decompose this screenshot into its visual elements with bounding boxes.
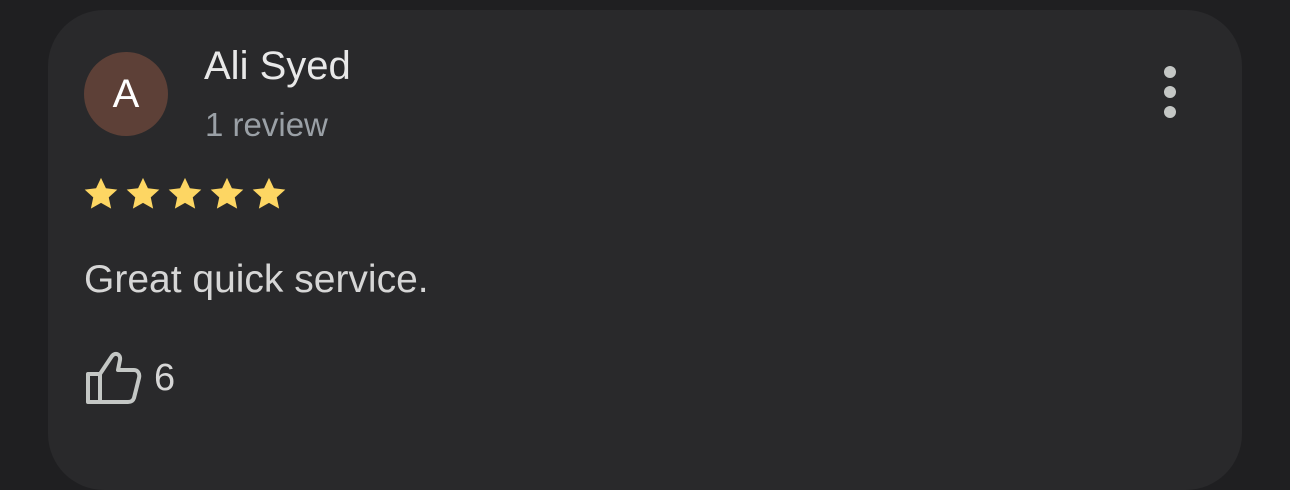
like-count: 6 xyxy=(154,356,176,399)
avatar-initial: A xyxy=(112,71,140,116)
author-review-count: 1 review xyxy=(205,106,328,143)
star-icon xyxy=(84,177,118,209)
author-name[interactable]: Ali Syed xyxy=(204,44,351,89)
avatar[interactable]: A xyxy=(84,52,168,136)
like-button[interactable]: 6 xyxy=(84,350,175,406)
thumb-up-icon xyxy=(86,351,142,404)
review-text: Great quick service. xyxy=(84,258,429,301)
more-vert-icon-dot xyxy=(1164,66,1176,78)
star-icon xyxy=(210,177,244,209)
star-icon xyxy=(126,177,160,209)
star-rating xyxy=(82,175,288,213)
review-card: A Ali Syed 1 review Great quick service.… xyxy=(48,10,1242,490)
more-vert-icon-dot xyxy=(1164,106,1176,118)
more-options-button[interactable] xyxy=(1150,62,1190,122)
more-vert-icon-dot xyxy=(1164,86,1176,98)
star-icon xyxy=(168,177,202,209)
star-icon xyxy=(252,177,286,209)
